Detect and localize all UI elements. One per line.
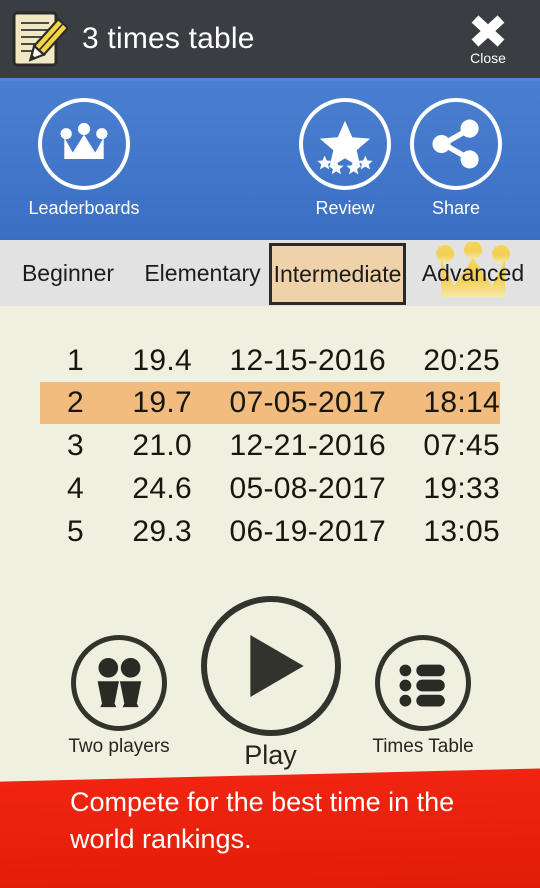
close-label: Close [470,50,506,66]
review-button[interactable]: Review [285,98,405,219]
score-time: 19.7 [132,386,192,419]
bottom-action-row: Two players Play Times Table [0,574,540,774]
leaderboards-label: Leaderboards [28,198,140,218]
tab-intermediate-label: Intermediate [273,260,402,287]
action-bar: Leaderboards Review Share [0,81,540,240]
tab-beginner-label: Beginner [21,259,115,286]
tab-elementary-label: Elementary [144,259,261,286]
table-row[interactable]: 3 21.0 12-21-2016 07:45 [40,425,500,467]
share-button[interactable]: Share [396,98,516,219]
table-row[interactable]: 2 19.7 07-05-2017 18:14 [40,382,500,424]
score-rank: 5 [67,515,84,548]
two-players-icon [97,658,142,708]
difficulty-tabbar: Beginner Elementary Intermediate Advance… [0,240,540,306]
score-rank: 4 [67,472,84,505]
tab-advanced[interactable]: Advanced [406,240,540,306]
score-date: 07-05-2017 [229,386,386,419]
score-date: 05-08-2017 [229,472,386,505]
review-circle [299,98,391,190]
score-rank: 2 [67,386,84,419]
score-date: 12-21-2016 [229,429,386,462]
share-label: Share [431,198,481,218]
leaderboards-button[interactable]: Leaderboards [24,98,144,219]
times-table-label: Times Table [372,736,474,757]
score-clock: 18:14 [423,386,500,419]
table-row[interactable]: 4 24.6 05-08-2017 19:33 [40,468,500,510]
score-rank: 3 [67,429,84,462]
times-table-button[interactable]: Times Table [352,635,494,758]
tab-beginner[interactable]: Beginner [0,240,136,306]
notepad-pencil-icon [10,10,70,68]
score-time: 29.3 [132,515,192,548]
share-circle [410,98,502,190]
times-table-circle [375,635,471,731]
leaderboards-circle [38,98,130,190]
two-players-button[interactable]: Two players [48,635,190,758]
score-time: 21.0 [132,429,192,462]
score-clock: 20:25 [423,344,500,377]
page-title: 3 times table [82,22,255,55]
tab-elementary[interactable]: Elementary [136,240,269,306]
score-date: 12-15-2016 [229,344,386,377]
table-row[interactable]: 5 29.3 06-19-2017 13:05 [40,511,500,553]
table-row[interactable]: 1 19.4 12-15-2016 20:25 [40,340,500,382]
tab-advanced-label: Advanced [421,259,525,286]
two-players-label: Two players [68,736,170,757]
app-screen: 3 times table Close Leaderboards Review … [0,0,540,888]
score-clock: 13:05 [423,515,500,548]
play-triangle-icon [249,635,304,697]
play-circle [200,596,341,736]
score-list: 1 19.4 12-15-2016 20:25 2 19.7 07-05-201… [0,306,540,574]
promo-banner-text: Compete for the best time in the world r… [70,787,455,855]
header-bar: 3 times table Close [0,0,540,78]
close-x-icon [471,15,505,47]
score-clock: 19:33 [423,472,500,505]
crown-icon [60,122,108,159]
play-button[interactable]: Play [198,596,343,771]
list-icon [399,664,445,707]
share-nodes-icon [432,119,479,169]
two-players-circle [71,635,167,731]
review-label: Review [315,198,375,218]
score-date: 06-19-2017 [229,515,386,548]
score-time: 24.6 [132,472,192,505]
score-rank: 1 [67,344,84,377]
score-clock: 07:45 [423,429,500,462]
tab-intermediate[interactable]: Intermediate [269,243,406,305]
score-time: 19.4 [132,344,192,377]
close-button[interactable]: Close [444,6,532,74]
star-rating-icon [317,120,373,175]
